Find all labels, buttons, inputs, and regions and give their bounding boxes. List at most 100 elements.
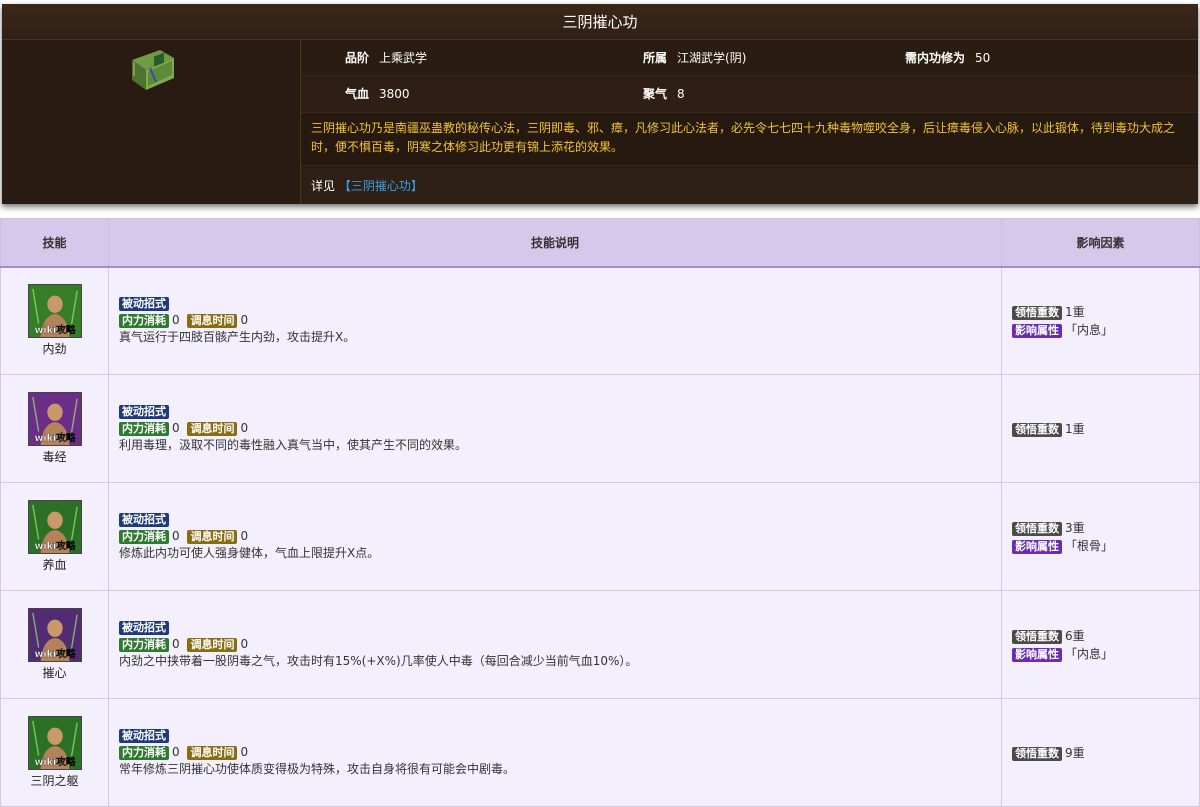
skill-description-cell: 被动招式 内力消耗 0 调息时间 0 修炼此内功可使人强身健体，气血上限提升X点。 (108, 482, 1002, 591)
cost-tag: 内力消耗 (119, 422, 169, 436)
focus-label: 聚气 (643, 87, 668, 101)
svg-text:wiki攻略: wiki攻略 (34, 756, 75, 768)
cost-line: 内力消耗 0 调息时间 0 (119, 420, 1000, 437)
skill-portrait-icon[interactable]: wiki攻略 (27, 608, 82, 662)
cooldown-tag: 调息时间 (187, 746, 238, 760)
attribute-value: 「内息」 (1065, 322, 1114, 337)
requirement-label: 需内功修为 (905, 51, 966, 65)
passive-line: 被动招式 (119, 619, 1000, 636)
table-row: wiki攻略 养血 被动招式 内力消耗 0 调息时间 0 修炼此内功可使人强身健体，… (0, 482, 1200, 591)
passive-tag: 被动招式 (119, 621, 169, 635)
level-line: 领悟重数 9重 (1012, 744, 1198, 762)
level-value: 1重 (1065, 421, 1085, 436)
factor-cell: 领悟重数 1重 (1001, 374, 1200, 483)
passive-line: 被动招式 (119, 403, 1000, 420)
level-tag: 领悟重数 (1012, 521, 1062, 536)
cooldown-value: 0 (240, 313, 249, 328)
cooldown-tag: 调息时间 (187, 530, 238, 544)
passive-line: 被动招式 (119, 511, 1000, 528)
level-value: 3重 (1065, 520, 1085, 535)
factor-cell: 领悟重数 9重 (1001, 698, 1200, 807)
header-skill: 技能 (0, 218, 109, 268)
focus-value: 8 (677, 87, 685, 101)
skill-description-cell: 被动招式 内力消耗 0 调息时间 0 利用毒理，汲取不同的毒性融入真气当中，使其产生… (108, 374, 1002, 483)
passive-line: 被动招式 (119, 727, 1000, 744)
factor-cell: 领悟重数 1重 影响属性 「内息」 (1001, 266, 1200, 375)
table-row: wiki攻略 摧心 被动招式 内力消耗 0 调息时间 0 内劲之中挟带着一股阴毒之气… (0, 590, 1200, 699)
cost-tag: 内力消耗 (119, 314, 169, 329)
skill-name: 内劲 (42, 342, 67, 357)
skill-cell: wiki攻略 三阴之躯 (0, 698, 109, 807)
green-book-icon (132, 50, 174, 90)
grade-field: 品阶 上乘武学 (345, 40, 427, 76)
cost-value: 0 (172, 313, 180, 328)
table-row: wiki攻略 三阴之躯 被动招式 内力消耗 0 调息时间 0 常年修炼三阴摧心功使体… (0, 698, 1200, 807)
skill-portrait-icon[interactable]: wiki攻略 (27, 392, 82, 446)
attribute-tag: 影响属性 (1012, 323, 1062, 338)
focus-field: 聚气 8 (643, 76, 685, 112)
passive-tag: 被动招式 (119, 513, 169, 527)
effect-text: 内劲之中挟带着一股阴毒之气，攻击时有15%(+X%)几率使人中毒（每回合减少当前… (119, 654, 638, 668)
attribute-line: 影响属性 「内息」 (1012, 321, 1198, 339)
detail-label: 详见 (311, 179, 336, 193)
level-tag: 领悟重数 (1012, 746, 1062, 761)
svg-text:wiki攻略: wiki攻略 (34, 648, 75, 660)
skill-name: 毒经 (42, 450, 67, 464)
attribute-tag: 影响属性 (1012, 647, 1062, 662)
skill-name: 养血 (42, 558, 67, 572)
cost-tag: 内力消耗 (119, 530, 169, 544)
skill-portrait-icon[interactable]: wiki攻略 (27, 716, 82, 770)
table-row: wiki攻略 毒经 被动招式 内力消耗 0 调息时间 0 利用毒理，汲取不同的毒性融… (0, 374, 1200, 483)
level-value: 1重 (1065, 304, 1085, 319)
level-line: 领悟重数 1重 (1012, 303, 1198, 321)
level-value: 6重 (1065, 628, 1085, 643)
cost-value: 0 (172, 529, 180, 543)
attribute-value: 「内息」 (1065, 646, 1114, 661)
passive-tag: 被动招式 (119, 729, 169, 743)
cost-value: 0 (172, 745, 180, 759)
skill-cell: wiki攻略 摧心 (0, 590, 109, 699)
cooldown-value: 0 (240, 637, 249, 651)
detail-line: 详见 【三阴摧心功】 (301, 168, 1198, 204)
skill-description-cell: 被动招式 内力消耗 0 调息时间 0 真气运行于四肢百骸产生内劲，攻击提升X。 (108, 266, 1002, 375)
level-value: 9重 (1065, 745, 1085, 760)
skill-cell: wiki攻略 毒经 (0, 374, 109, 483)
cost-line: 内力消耗 0 调息时间 0 (119, 528, 1000, 545)
cost-line: 内力消耗 0 调息时间 0 (119, 312, 1000, 329)
passive-tag: 被动招式 (119, 297, 169, 312)
info-row-2: 气血 3800 聚气 8 (301, 76, 1198, 112)
skill-portrait-icon[interactable]: wiki攻略 (27, 284, 82, 339)
header-description: 技能说明 (108, 218, 1002, 268)
requirement-field: 需内功修为 50 (905, 40, 990, 76)
skill-cell: wiki攻略 养血 (0, 482, 109, 591)
info-panel: 品阶 上乘武学 所属 江湖武学(阴) 需内功修为 50 气血 3800 聚气 8 三阴摧心… (300, 40, 1198, 204)
cost-value: 0 (172, 637, 180, 651)
svg-text:wiki攻略: wiki攻略 (34, 324, 75, 336)
skill-name: 摧心 (42, 666, 67, 680)
effect-text: 真气运行于四肢百骸产生内劲，攻击提升X。 (119, 330, 356, 345)
header-factors: 影响因素 (1001, 218, 1200, 268)
cost-tag: 内力消耗 (119, 638, 169, 652)
skill-description-cell: 被动招式 内力消耗 0 调息时间 0 常年修炼三阴摧心功使体质变得极为特殊，攻击自身… (108, 698, 1002, 807)
grade-label: 品阶 (345, 51, 370, 65)
cooldown-tag: 调息时间 (187, 422, 238, 436)
attribute-value: 「根骨」 (1065, 538, 1114, 553)
hp-label: 气血 (345, 87, 370, 101)
level-tag: 领悟重数 (1012, 422, 1062, 437)
attribute-tag: 影响属性 (1012, 539, 1062, 554)
grade-value: 上乘武学 (379, 51, 428, 65)
skill-info-card: 三阴摧心功 品阶 上乘武学 所属 江湖武学(阴) 需内功修为 50 气血 380… (2, 4, 1198, 204)
belong-field: 所属 江湖武学(阴) (643, 40, 746, 76)
svg-text:wiki攻略: wiki攻略 (34, 540, 75, 552)
detail-link[interactable]: 【三阴摧心功】 (339, 179, 423, 193)
skill-name: 三阴之躯 (30, 774, 79, 788)
cost-value: 0 (172, 421, 180, 435)
passive-tag: 被动招式 (119, 405, 169, 419)
passive-line: 被动招式 (119, 295, 1000, 312)
level-line: 领悟重数 1重 (1012, 420, 1198, 438)
card-title: 三阴摧心功 (2, 4, 1198, 40)
attribute-line: 影响属性 「根骨」 (1012, 537, 1198, 555)
skill-portrait-icon[interactable]: wiki攻略 (27, 500, 82, 554)
cooldown-value: 0 (240, 421, 249, 435)
requirement-value: 50 (975, 51, 991, 65)
